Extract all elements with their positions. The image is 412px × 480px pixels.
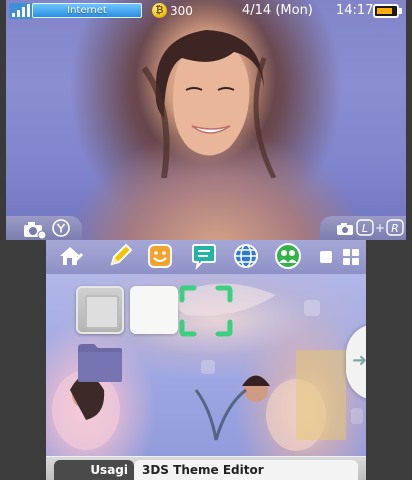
status-bar: Internet ₿ 300 4/14 (Mon) 14:17 [6, 0, 406, 22]
folder-icon[interactable] [76, 340, 124, 384]
signal-strength-icon [9, 3, 33, 19]
camera-shortcut-left[interactable] [6, 216, 82, 240]
app-icon-slot-1[interactable] [76, 286, 124, 334]
top-screen: Internet ₿ 300 4/14 (Mon) 14:17 L + R [6, 0, 406, 240]
play-coin-count: 300 [170, 4, 193, 18]
theme-author: Usagi [54, 460, 134, 480]
date: 4/14 (Mon) [242, 3, 313, 18]
wallpaper-photo [141, 30, 277, 178]
y-button-icon [52, 219, 70, 237]
camera-shortcut-right[interactable]: L + R [320, 216, 406, 240]
battery-level [377, 8, 392, 14]
clock: 14:17 [336, 3, 374, 18]
internet-status: Internet [32, 3, 142, 18]
smiley-icon[interactable] [146, 242, 174, 270]
home-menu-toolbar [46, 240, 366, 274]
bottom-screen: ➜ Usagi 3DS Theme Editor [46, 240, 366, 480]
svg-text:+: + [375, 221, 385, 235]
play-coin-icon: ₿ [152, 3, 167, 18]
home-settings-icon[interactable] [56, 242, 84, 270]
screen-frame-right [366, 240, 412, 480]
grid-small-icon[interactable] [318, 249, 334, 265]
l-plus-r-icon: L + R [356, 219, 404, 236]
globe-icon[interactable] [232, 242, 260, 270]
theme-watermark: Usagi 3DS Theme Editor [46, 456, 366, 480]
svg-text:R: R [391, 222, 399, 235]
grid-large-icon[interactable] [342, 248, 360, 266]
app-icon-slot-2[interactable] [130, 286, 178, 334]
screen-frame-left [0, 240, 46, 480]
arrow-right-icon: ➜ [352, 350, 366, 371]
camera-icon [337, 223, 353, 235]
battery-icon [373, 4, 402, 18]
friends-icon[interactable] [274, 242, 302, 270]
selection-cursor [179, 285, 233, 337]
speech-bubble-icon[interactable] [190, 242, 218, 270]
theme-editor-name: 3DS Theme Editor [134, 460, 358, 480]
camera-icon [24, 222, 47, 239]
pencil-icon[interactable] [106, 242, 134, 270]
svg-text:L: L [362, 222, 368, 235]
